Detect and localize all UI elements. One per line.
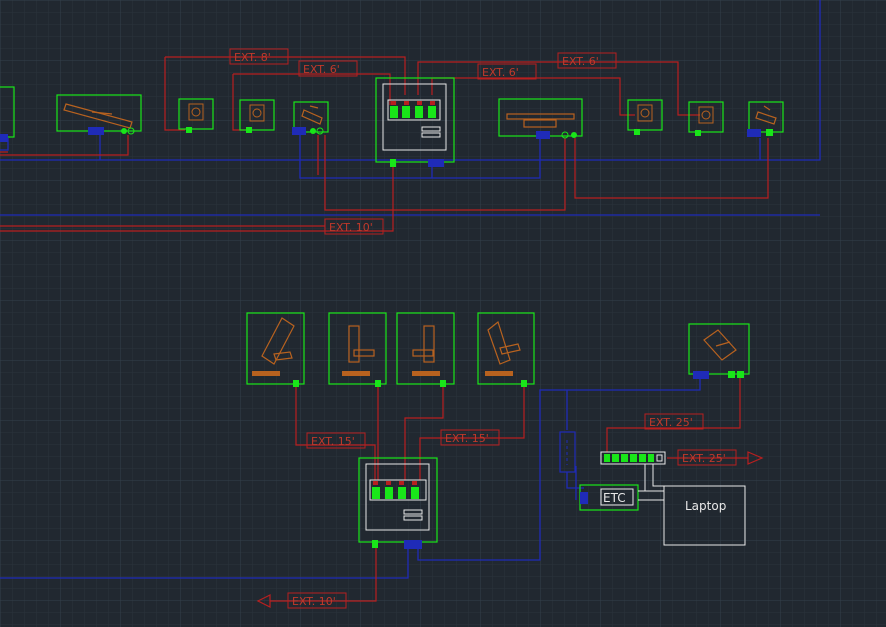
lighting-plot-canvas: EXT. 8' EXT. 6' EXT. 6' EXT. 6' EXT. 10'… <box>0 0 886 627</box>
laptop-label: Laptop <box>685 499 726 513</box>
svg-text:EXT. 6': EXT. 6' <box>562 55 599 68</box>
svg-text:EXT. 10': EXT. 10' <box>292 595 336 608</box>
svg-text:EXT. 10': EXT. 10' <box>329 221 373 234</box>
svg-text:EXT. 6': EXT. 6' <box>482 66 519 79</box>
svg-text:EXT. 6': EXT. 6' <box>303 63 340 76</box>
svg-text:EXT. 15': EXT. 15' <box>445 432 489 445</box>
svg-text:EXT. 15': EXT. 15' <box>311 435 355 448</box>
etc-label: ETC <box>603 491 626 505</box>
svg-text:EXT. 8': EXT. 8' <box>234 51 271 64</box>
svg-text:EXT. 25': EXT. 25' <box>649 416 693 429</box>
svg-text:EXT. 25': EXT. 25' <box>682 452 726 465</box>
